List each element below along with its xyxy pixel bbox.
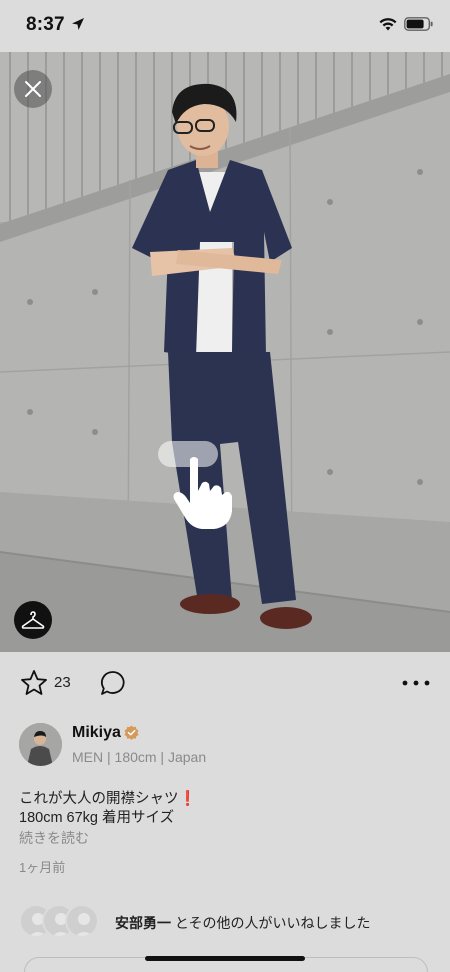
star-icon[interactable] (20, 669, 48, 697)
post-caption: これが大人の開襟シャツ❗ 180cm 67kg 着用サイズ (19, 790, 197, 828)
caption-line-1: これが大人の開襟シャツ❗ (19, 791, 197, 807)
status-bar: 8:37 (0, 0, 450, 52)
close-button[interactable] (14, 70, 52, 108)
close-icon (25, 81, 41, 97)
user-meta: MEN | 180cm | Japan (72, 749, 207, 765)
like-count: 23 (54, 674, 71, 691)
battery-icon (404, 17, 433, 31)
hanger-icon (21, 611, 45, 629)
liker-name: 安部勇一 (115, 915, 171, 931)
more-icon[interactable] (402, 680, 430, 686)
user-name[interactable]: Mikiya (72, 724, 121, 742)
liked-by-row[interactable]: 安部勇一 とその他の人がいいねしました (0, 900, 450, 944)
liked-by-suffix: とその他の人がいいねしました (171, 915, 371, 931)
exclamation-emoji: ❗ (178, 791, 197, 807)
read-more-link[interactable]: 続きを読む (19, 828, 89, 848)
home-indicator (145, 956, 305, 961)
liker-avatar (65, 904, 99, 938)
status-time: 8:37 (26, 14, 65, 35)
comment-icon[interactable] (99, 669, 127, 697)
post-timestamp: 1ヶ月前 (19, 860, 66, 875)
post-photo-image (0, 52, 450, 652)
verified-badge-icon (124, 725, 139, 740)
user-row[interactable]: Mikiya MEN | 180cm | Japan (0, 714, 450, 784)
liked-by-text: 安部勇一 とその他の人がいいねしました (115, 913, 370, 933)
hanger-button[interactable] (14, 601, 52, 639)
avatar[interactable] (19, 723, 62, 766)
location-arrow-icon (72, 18, 84, 30)
caption-line-2: 180cm 67kg 着用サイズ (19, 810, 175, 826)
screen: 8:37 23 Mikiya MEN | 180cm | Japan これが大人… (0, 0, 450, 972)
action-row: 23 (0, 652, 450, 714)
wifi-icon (379, 18, 397, 31)
swipe-hand-icon (158, 441, 232, 529)
post-photo[interactable] (0, 52, 450, 652)
